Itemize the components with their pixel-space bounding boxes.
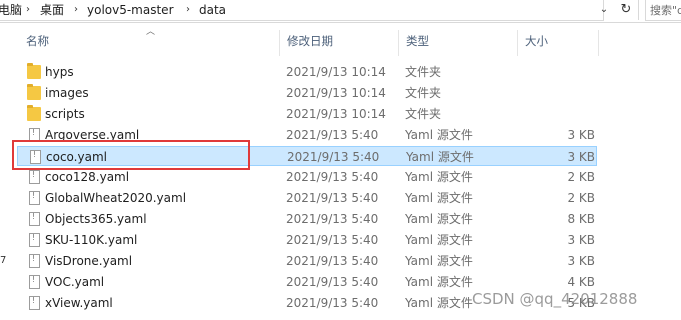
- breadcrumb-separator-icon[interactable]: ›: [186, 2, 190, 18]
- file-name: VisDrone.yaml: [45, 254, 133, 268]
- highlight-box: [12, 140, 250, 170]
- file-name: Objects365.yaml: [45, 212, 147, 226]
- column-name[interactable]: 名称: [26, 33, 49, 49]
- breadcrumb-item-desktop[interactable]: 桌面: [40, 2, 64, 18]
- yaml-file-icon: [29, 170, 40, 184]
- modified-date: 2021/9/13 5:40: [287, 150, 380, 164]
- sort-ascending-icon: ︿: [146, 27, 156, 37]
- file-name: images: [45, 86, 89, 100]
- file-name: coco128.yaml: [45, 170, 130, 184]
- file-size: 2 KB: [567, 191, 595, 205]
- column-divider[interactable]: [517, 30, 518, 56]
- file-name: xView.yaml: [45, 296, 113, 310]
- file-name: VOC.yaml: [45, 275, 105, 289]
- yaml-file-icon: [29, 275, 40, 289]
- file-type: Yaml 源文件: [405, 128, 473, 142]
- address-bar: 电脑 › 桌面 › yolov5-master › data ⌄ ↻ 搜索"d: [0, 0, 681, 23]
- file-type: Yaml 源文件: [405, 191, 473, 205]
- folder-icon: [27, 84, 41, 100]
- file-size: 3 KB: [567, 254, 595, 268]
- search-input[interactable]: 搜索"d: [650, 2, 681, 18]
- file-type: Yaml 源文件: [405, 254, 473, 268]
- file-type: Yaml 源文件: [405, 212, 473, 226]
- chevron-down-icon[interactable]: ⌄: [597, 2, 611, 18]
- modified-date: 2021/9/13 5:40: [286, 212, 379, 226]
- yaml-file-icon: [29, 296, 40, 310]
- file-type: 文件夹: [405, 65, 442, 79]
- modified-date: 2021/9/13 5:40: [286, 191, 379, 205]
- file-type: Yaml 源文件: [405, 170, 473, 184]
- modified-date: 2021/9/13 5:40: [286, 233, 379, 247]
- file-name: hyps: [45, 65, 74, 79]
- file-row[interactable]: VisDrone.yaml 2021/9/13 5:40 Yaml 源文件 3 KB: [17, 251, 597, 271]
- breadcrumb-item-computer[interactable]: 电脑: [0, 2, 22, 18]
- watermark: CSDN @qq_42012888: [472, 290, 638, 308]
- file-type: Yaml 源文件: [405, 296, 473, 310]
- yaml-file-icon: [29, 254, 40, 268]
- modified-date: 2021/9/13 10:14: [286, 107, 386, 121]
- file-name: GlobalWheat2020.yaml: [45, 191, 187, 205]
- breadcrumb-item-data[interactable]: data: [199, 2, 226, 18]
- yaml-file-icon: [29, 212, 40, 226]
- column-divider[interactable]: [279, 30, 280, 56]
- file-name: SKU-110K.yaml: [45, 233, 138, 247]
- modified-date: 2021/9/13 5:40: [286, 254, 379, 268]
- file-row[interactable]: images 2021/9/13 10:14 文件夹: [17, 83, 597, 103]
- modified-date: 2021/9/13 5:40: [286, 275, 379, 289]
- file-type: Yaml 源文件: [405, 233, 473, 247]
- file-type: Yaml 源文件: [405, 275, 473, 289]
- breadcrumb-item-yolov5-master[interactable]: yolov5-master: [87, 2, 174, 18]
- search-box[interactable]: 搜索"d: [645, 0, 681, 21]
- file-type: 文件夹: [405, 107, 442, 121]
- nav-pane-fragment: 7: [0, 255, 7, 266]
- folder-icon: [27, 63, 41, 79]
- modified-date: 2021/9/13 5:40: [286, 128, 379, 142]
- yaml-file-icon: [29, 233, 40, 247]
- modified-date: 2021/9/13 10:14: [286, 65, 386, 79]
- modified-date: 2021/9/13 5:40: [286, 296, 379, 310]
- refresh-icon[interactable]: ↻: [614, 0, 639, 20]
- yaml-file-icon: [29, 191, 40, 205]
- breadcrumb-separator-icon[interactable]: ›: [26, 2, 30, 18]
- file-type: Yaml 源文件: [406, 150, 474, 164]
- modified-date: 2021/9/13 5:40: [286, 170, 379, 184]
- file-row[interactable]: Objects365.yaml 2021/9/13 5:40 Yaml 源文件 8 K…: [17, 209, 597, 229]
- folder-icon: [27, 105, 41, 121]
- column-type[interactable]: 类型: [406, 33, 429, 49]
- breadcrumb-separator-icon[interactable]: ›: [74, 2, 78, 18]
- file-row[interactable]: hyps 2021/9/13 10:14 文件夹: [17, 62, 597, 82]
- column-divider[interactable]: [598, 30, 599, 56]
- file-row[interactable]: VOC.yaml 2021/9/13 5:40 Yaml 源文件 4 KB: [17, 272, 597, 292]
- column-size[interactable]: 大小: [525, 33, 548, 49]
- file-name: scripts: [45, 107, 85, 121]
- file-row[interactable]: GlobalWheat2020.yaml 2021/9/13 5:40 Yaml 源…: [17, 188, 597, 208]
- file-size: 8 KB: [567, 212, 595, 226]
- file-type: 文件夹: [405, 86, 442, 100]
- file-size: 3 KB: [567, 150, 595, 164]
- file-size: 3 KB: [567, 128, 595, 142]
- file-row[interactable]: scripts 2021/9/13 10:14 文件夹: [17, 104, 597, 124]
- file-size: 4 KB: [567, 275, 595, 289]
- file-row[interactable]: coco128.yaml 2021/9/13 5:40 Yaml 源文件 2 KB: [17, 167, 597, 187]
- file-size: 2 KB: [567, 170, 595, 184]
- column-divider[interactable]: [398, 30, 399, 56]
- modified-date: 2021/9/13 10:14: [286, 86, 386, 100]
- column-header: ︿ 名称 修改日期 类型 大小: [0, 27, 681, 56]
- file-row[interactable]: SKU-110K.yaml 2021/9/13 5:40 Yaml 源文件 3 KB: [17, 230, 597, 250]
- file-size: 3 KB: [567, 233, 595, 247]
- column-date[interactable]: 修改日期: [287, 33, 333, 49]
